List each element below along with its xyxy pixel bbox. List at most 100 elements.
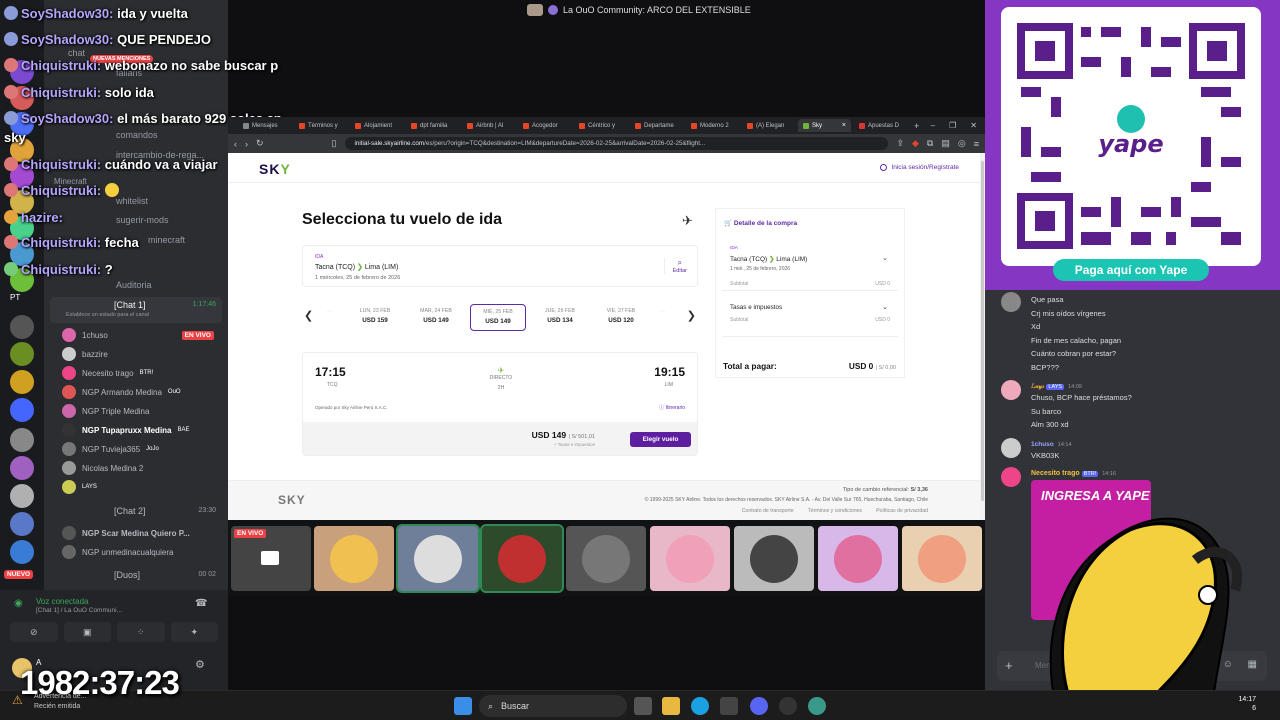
- server-icon[interactable]: [10, 315, 34, 339]
- voice-user[interactable]: Necesito trago BTR!: [62, 366, 222, 380]
- camera-off-icon[interactable]: ⊘: [10, 622, 58, 642]
- participant-tile-speaking[interactable]: [480, 524, 564, 593]
- share-icon[interactable]: ⇪: [896, 138, 904, 149]
- forward-icon[interactable]: ›: [245, 139, 248, 149]
- browser-tab[interactable]: Acogedor: [518, 119, 571, 132]
- bookmark-icon[interactable]: ▯: [332, 138, 337, 149]
- participant-tile-speaking[interactable]: [396, 524, 480, 593]
- soundboard-icon[interactable]: ✦: [170, 622, 218, 642]
- footer-link[interactable]: Términos y condiciones: [808, 508, 863, 514]
- voice-user[interactable]: NGP unmedinacualquiera: [62, 545, 222, 559]
- voice-channel-chat1[interactable]: [Chat 1] 1:17:46 Establece un estado par…: [50, 297, 222, 323]
- maximize-icon[interactable]: ❐: [949, 121, 956, 130]
- url-field[interactable]: initial-sale.skyairline.com/es/peru?orig…: [344, 137, 889, 150]
- voice-user[interactable]: LAYS: [62, 480, 222, 494]
- obs-icon[interactable]: [779, 697, 797, 715]
- screen-share-icon[interactable]: ▣: [63, 622, 111, 642]
- channel-sugerir-mods[interactable]: sugerir-mods: [116, 215, 169, 225]
- browser-tab[interactable]: Moderno 2: [686, 119, 739, 132]
- task-view-icon[interactable]: [634, 697, 652, 715]
- taskbar-search[interactable]: ⌕ Buscar: [479, 695, 627, 717]
- chevron-left-icon[interactable]: ❮: [304, 309, 313, 322]
- browser-icon[interactable]: [808, 697, 826, 715]
- participant-tile[interactable]: [650, 526, 730, 591]
- edge-icon[interactable]: [691, 697, 709, 715]
- date-option[interactable]: LUN, 23 FEB USD 159: [347, 304, 403, 331]
- edit-button[interactable]: ⌕ Editar: [663, 258, 687, 274]
- voice-channel-chat2[interactable]: [Chat 2] 23:30: [50, 504, 222, 520]
- flight-card[interactable]: 17:15 TCQ ✈ DIRECTO 2H 19:15 LIM Operado p…: [302, 352, 698, 456]
- add-attachment-icon[interactable]: +: [1005, 658, 1013, 673]
- disconnect-icon[interactable]: ☎: [195, 598, 207, 609]
- voice-user[interactable]: bazzire: [62, 347, 222, 361]
- voice-user[interactable]: NGP Scar Medina Quiero P...: [62, 526, 222, 540]
- channel-comandos[interactable]: comandos: [116, 130, 158, 140]
- new-tab-icon[interactable]: +: [910, 121, 923, 131]
- app-icon[interactable]: [720, 697, 738, 715]
- footer-link[interactable]: Contrato de transporte: [742, 508, 794, 514]
- clock[interactable]: 14:17 6: [1238, 695, 1256, 713]
- voice-user[interactable]: 1chuso EN VIVO: [62, 328, 222, 342]
- participant-tile[interactable]: [734, 526, 814, 591]
- participant-tile[interactable]: [314, 526, 394, 591]
- server-icon[interactable]: [10, 512, 34, 536]
- participant-tile[interactable]: EN VIVO: [231, 526, 311, 591]
- discord-icon[interactable]: [750, 697, 768, 715]
- file-explorer-icon[interactable]: [662, 697, 680, 715]
- chevron-right-icon[interactable]: ❯: [687, 309, 696, 322]
- voice-user[interactable]: NGP Tupapruxx Medina BAE: [62, 423, 222, 437]
- itinerary-link[interactable]: ⓘ Itinerario: [659, 404, 685, 411]
- voice-user[interactable]: NGP Triple Medina: [62, 404, 222, 418]
- voice-channel-duos[interactable]: [Duos] 00 02: [50, 568, 222, 584]
- choose-flight-button[interactable]: Elegir vuelo: [630, 432, 691, 447]
- windows-start-icon[interactable]: [454, 697, 472, 715]
- scrollbar-thumb[interactable]: [981, 161, 984, 501]
- activities-icon[interactable]: ⁘: [117, 622, 165, 642]
- date-option[interactable]: JUE, 26 FEB USD 134: [532, 304, 588, 331]
- login-link[interactable]: Inicia sesión/Regístrate: [880, 164, 959, 171]
- chevron-down-icon[interactable]: ⌄: [882, 303, 888, 311]
- voice-user[interactable]: NGP Tuvieja365 JoJo: [62, 442, 222, 456]
- back-icon[interactable]: ‹: [234, 139, 237, 149]
- date-option-selected[interactable]: MIÉ, 25 FEB USD 149: [470, 304, 526, 331]
- signal-icon[interactable]: ◉: [14, 598, 28, 612]
- server-icon[interactable]: [10, 342, 34, 366]
- browser-tab[interactable]: Apuestas D: [854, 119, 907, 132]
- close-icon[interactable]: ✕: [970, 121, 977, 130]
- extensions-icon[interactable]: ⧉: [927, 138, 933, 149]
- participant-tile[interactable]: [818, 526, 898, 591]
- browser-tab[interactable]: Mensajes: [238, 119, 291, 132]
- settings-gear-icon[interactable]: ⚙: [195, 658, 205, 671]
- server-icon[interactable]: [10, 370, 34, 394]
- browser-tab[interactable]: Céntrico y: [574, 119, 627, 132]
- sidebar-icon[interactable]: ▤: [941, 138, 950, 149]
- date-option[interactable]: MAR, 24 FEB USD 149: [408, 304, 464, 331]
- participant-tile[interactable]: [902, 526, 982, 591]
- server-icon[interactable]: [10, 484, 34, 508]
- voice-user[interactable]: Nicolas Medina 2: [62, 461, 222, 475]
- server-icon[interactable]: [10, 428, 34, 452]
- browser-tab[interactable]: Alojamient: [350, 119, 403, 132]
- footer-link[interactable]: Políticas de privacidad: [876, 508, 928, 514]
- menu-icon[interactable]: ≡: [974, 139, 979, 149]
- channel-chat[interactable]: chat: [68, 48, 85, 58]
- profile-icon[interactable]: ◎: [958, 138, 966, 149]
- participant-tile[interactable]: [566, 526, 646, 591]
- chevron-down-icon[interactable]: ⌄: [882, 254, 888, 262]
- summary-taxes[interactable]: Tasas e impuestos ⌄ Subtotal USD 0: [722, 295, 898, 337]
- server-icon[interactable]: [10, 540, 34, 564]
- minimize-icon[interactable]: –: [931, 121, 935, 130]
- route-selector[interactable]: IDA Tacna (TCQ) ❯ Lima (LIM) 1 miércoles…: [302, 245, 698, 287]
- channel-minecraft[interactable]: minecraft: [148, 235, 185, 245]
- voice-connected-channel[interactable]: [Chat 1] / La OuO Communi...: [36, 607, 122, 614]
- summary-leg[interactable]: IDA Tacna (TCQ) ❯ Lima (LIM) ⌄ 1 mié., 2…: [722, 237, 898, 291]
- voice-user[interactable]: NGP Armando Medina OuO: [62, 385, 222, 399]
- extension-icon[interactable]: ◆: [912, 138, 919, 149]
- browser-tab-active[interactable]: Sky ×: [798, 119, 851, 132]
- browser-tab[interactable]: Términos y: [294, 119, 347, 132]
- browser-tab[interactable]: Departame: [630, 119, 683, 132]
- sky-logo[interactable]: SKY: [259, 161, 291, 177]
- server-icon[interactable]: [10, 456, 34, 480]
- server-icon[interactable]: [10, 398, 34, 422]
- channel-whitelist[interactable]: whitelist: [116, 196, 148, 206]
